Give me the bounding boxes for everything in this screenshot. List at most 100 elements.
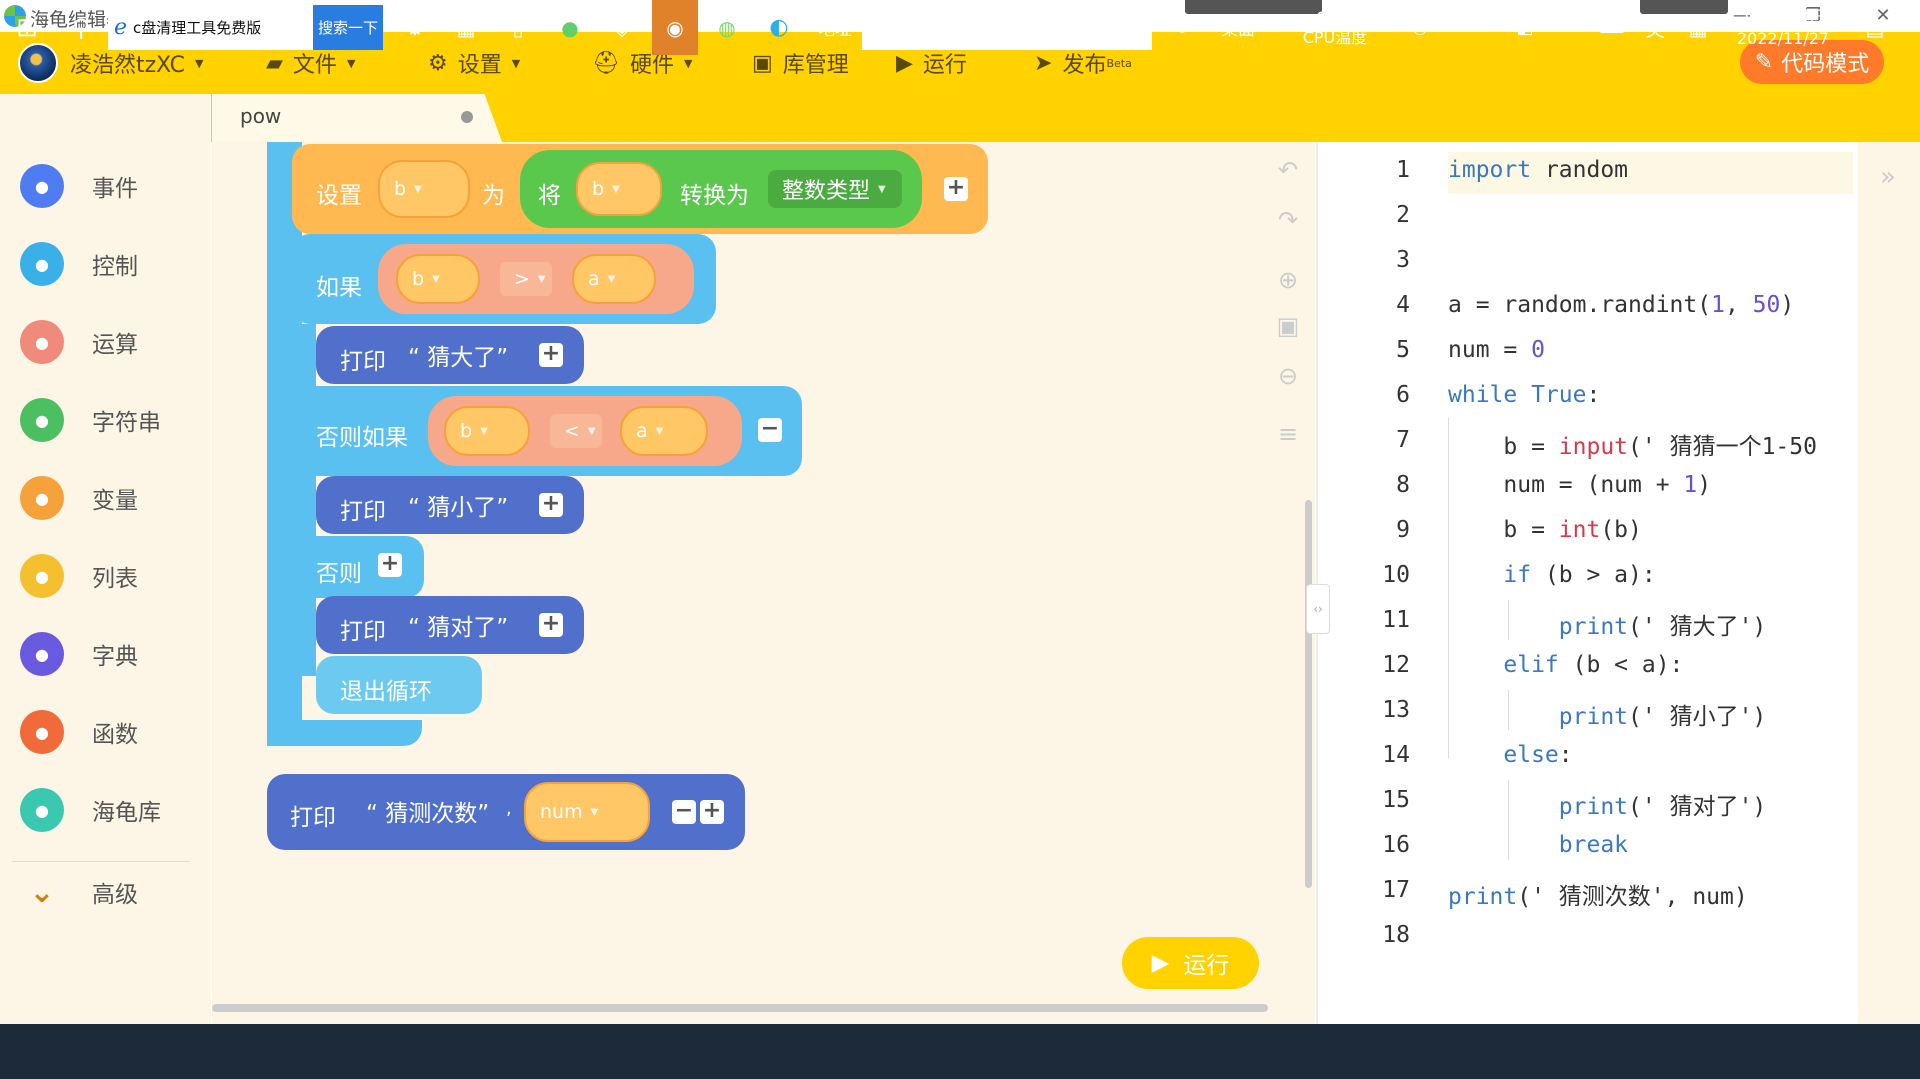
tray-chevron-up-icon[interactable]: ⌃ — [1470, 0, 1504, 55]
sidebar-item-3[interactable]: ● 字符串 — [20, 392, 200, 448]
store-icon[interactable]: ◈ — [602, 0, 642, 55]
turtle-editor-icon[interactable]: ◍ — [704, 0, 750, 55]
sidebar-item-5[interactable]: ● 列表 — [20, 548, 200, 604]
run-menu-button[interactable]: ▶ 运行 — [896, 45, 967, 81]
code-line: print(' 猜小了') — [1558, 704, 1767, 730]
dict-icon: ● — [20, 632, 64, 676]
chevron-down-icon: ▼ — [195, 56, 204, 70]
sidebar-item-label: 运算 — [92, 332, 138, 358]
sidebar-item-8[interactable]: ● 海龟库 — [20, 782, 200, 838]
variable-value: b — [460, 420, 473, 442]
sidebar-item-9[interactable]: ⌄ 高级 — [20, 864, 200, 920]
line-number: 18 — [1382, 922, 1410, 948]
sidebar-item-6[interactable]: ● 字典 — [20, 626, 200, 682]
tray-app-icon[interactable]: ◧ — [1508, 0, 1542, 55]
set-label: 设置 — [316, 183, 362, 209]
sidebar-item-label: 字典 — [92, 644, 138, 670]
list-icon: ● — [20, 554, 64, 598]
cpu-label: CPU温度 — [1302, 27, 1368, 47]
collapse-arrow-icon[interactable]: » — [1880, 162, 1896, 192]
keyboard-icon[interactable]: ⌨ — [1590, 0, 1634, 55]
vertical-scrollbar[interactable] — [1305, 500, 1312, 888]
sidebar-item-4[interactable]: ● 变量 — [20, 470, 200, 526]
input-lang[interactable]: 英 — [1638, 0, 1672, 55]
variable-dropdown[interactable]: num ▼ — [524, 782, 650, 842]
remove-arg-button[interactable]: − — [672, 800, 696, 824]
print-label: 打印 — [340, 499, 386, 525]
calculator-icon[interactable]: ▦ — [446, 0, 486, 55]
code-line: b = input(' 猜猜一个1-50 — [1448, 434, 1817, 460]
add-arg-button[interactable]: + — [944, 177, 968, 201]
string-literal[interactable]: “ 猜大了” — [398, 334, 519, 376]
type-dropdown[interactable]: 整数类型 ▼ — [768, 170, 902, 208]
browser-e-icon: ℯ — [114, 15, 128, 40]
dropdown-arrow-icon: ▼ — [612, 183, 620, 195]
add-arg-button[interactable]: + — [700, 800, 724, 824]
horizontal-scrollbar[interactable] — [212, 1004, 1268, 1012]
operator-dropdown[interactable]: > ▼ — [500, 262, 552, 296]
search-icon[interactable]: ⚲ — [58, 0, 104, 55]
add-branch-button[interactable]: + — [378, 553, 402, 577]
desktop-label[interactable]: 桌面 — [1210, 0, 1266, 55]
code-line: else: — [1503, 742, 1573, 768]
address-input[interactable] — [862, 5, 1152, 50]
code-line: num = (num + 1) — [1448, 472, 1712, 498]
beta-badge: Beta — [1106, 56, 1132, 70]
people-icon[interactable]: ⚇ — [1400, 0, 1440, 55]
string-literal[interactable]: “ 猜小了” — [398, 484, 519, 526]
edge-icon[interactable]: ◐ — [756, 0, 802, 55]
notification-icon[interactable]: ▤ — [1850, 0, 1900, 55]
variable-value: b — [394, 178, 407, 200]
sidebar-item-0[interactable]: ● 事件 — [20, 158, 200, 214]
publish-button[interactable]: ➤ 发布 Beta — [1034, 45, 1132, 81]
code-line: break — [1558, 832, 1629, 858]
zoom-out-icon[interactable]: ⊖ — [1274, 362, 1302, 390]
code-line: num = 0 — [1448, 337, 1545, 363]
app-green-icon[interactable]: ● — [550, 0, 590, 55]
align-icon[interactable]: ≡ — [1274, 420, 1302, 448]
sidebar-item-label: 控制 — [92, 254, 138, 280]
string-literal[interactable]: “ 猜测次数” — [356, 790, 500, 832]
settings-gear-icon[interactable]: ⚙ — [392, 0, 438, 55]
undo-icon[interactable]: ↶ — [1274, 156, 1302, 184]
refresh-icon[interactable]: ↻ — [1152, 0, 1212, 55]
windows-start-icon[interactable]: ⊞ — [0, 0, 54, 55]
operator-dropdown[interactable]: < ▼ — [550, 414, 602, 448]
string-literal[interactable]: “ 猜对了” — [398, 604, 519, 646]
zoom-in-icon[interactable]: ⊕ — [1274, 266, 1302, 294]
sidebar-item-2[interactable]: ● 运算 — [20, 314, 200, 370]
dropdown-arrow-icon: ▼ — [587, 425, 596, 437]
file-icon[interactable]: ▯ — [498, 0, 538, 55]
app-orange-icon[interactable]: ◉ — [652, 0, 698, 55]
sidebar-item-1[interactable]: ● 控制 — [20, 236, 200, 292]
run-button[interactable]: ▶ 运行 — [1122, 937, 1259, 989]
variable-icon: ● — [20, 476, 64, 520]
pen-icon[interactable]: ✒ — [1546, 0, 1580, 55]
splitter-handle-icon[interactable]: ‹› — [1306, 584, 1330, 634]
code-line: print(' 猜大了') — [1558, 614, 1767, 640]
line-number: 3 — [1396, 247, 1410, 273]
clock[interactable]: 18:48 周日 2022/11/27 — [1720, 0, 1846, 55]
variable-dropdown[interactable]: b ▼ — [378, 160, 470, 218]
variable-dropdown[interactable]: b ▼ — [444, 406, 530, 456]
variable-dropdown[interactable]: a ▼ — [620, 406, 708, 456]
variable-dropdown[interactable]: b ▼ — [396, 254, 480, 304]
variable-dropdown[interactable]: b ▼ — [576, 162, 662, 216]
reset-zoom-icon[interactable]: ▣ — [1274, 312, 1302, 340]
add-arg-button[interactable]: + — [539, 493, 563, 517]
add-arg-button[interactable]: + — [539, 613, 563, 637]
code-line: print(' 猜测次数', num) — [1448, 884, 1748, 910]
variable-dropdown[interactable]: a ▼ — [572, 254, 656, 304]
sidebar-item-7[interactable]: ● 函数 — [20, 704, 200, 760]
taskbar-search-button[interactable]: 搜索一下 — [313, 5, 383, 50]
redo-icon[interactable]: ↷ — [1274, 206, 1302, 234]
editor-side-rail — [1858, 142, 1920, 1024]
taskbar-search-input[interactable]: ℯ c盘清理工具免费版 — [108, 5, 313, 50]
ime-grid-icon[interactable]: ▦ — [1678, 0, 1718, 55]
add-arg-button[interactable]: + — [539, 343, 563, 367]
file-menu-label: 文件 — [292, 53, 337, 78]
function-icon: ● — [20, 710, 64, 754]
break-label: 退出循环 — [340, 679, 432, 705]
remove-branch-button[interactable]: − — [758, 418, 782, 442]
file-menu[interactable]: ▰ 文件 ▼ — [266, 45, 355, 81]
